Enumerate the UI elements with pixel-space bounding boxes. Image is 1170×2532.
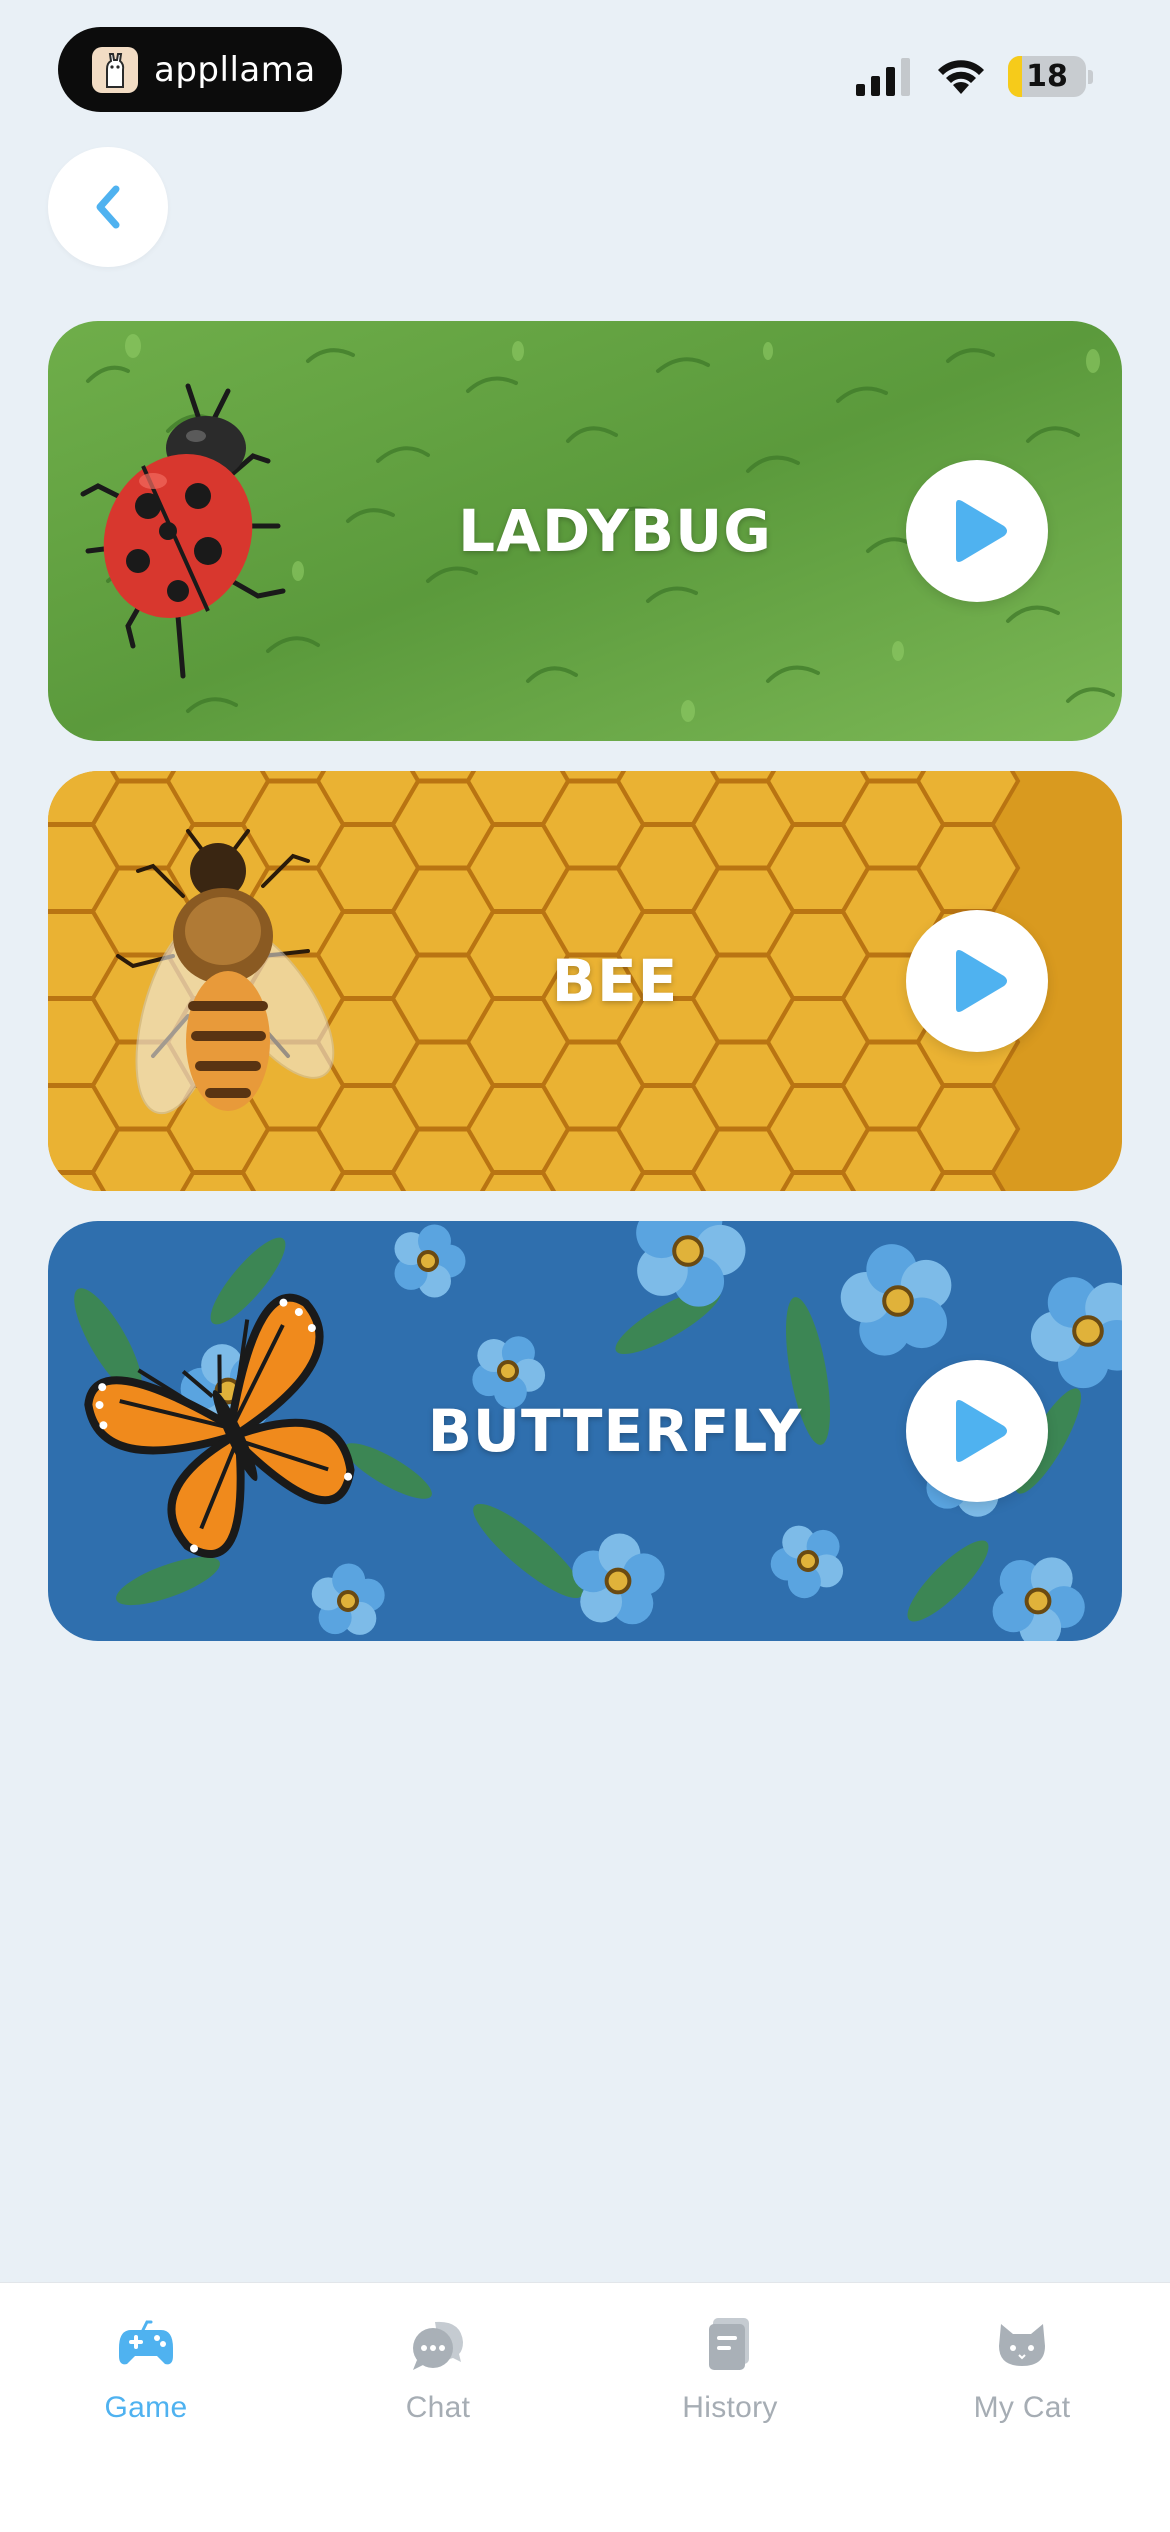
gamepad-icon [116,2315,176,2375]
cat-icon [992,2315,1052,2375]
tab-history[interactable]: History [584,2283,876,2453]
battery-level: 18 [1026,59,1068,94]
llama-logo-icon [92,46,138,93]
play-button[interactable] [906,1360,1048,1502]
cellular-signal-icon [856,58,910,96]
play-button[interactable] [906,460,1048,602]
status-bar: appllama 18 [0,0,1170,140]
battery-tip [1088,70,1093,84]
book-icon [700,2315,760,2375]
bee-card[interactable]: BEE [48,771,1122,1191]
play-icon [956,1400,1007,1462]
ladybug-card[interactable]: LADYBUG [48,321,1122,741]
chat-bubbles-icon [408,2315,468,2375]
tab-my-cat[interactable]: My Cat [876,2283,1168,2453]
battery-indicator: 18 [1008,56,1086,97]
brand-pill: appllama [58,27,342,112]
tab-label: My Cat [973,2391,1071,2424]
brand-name: appllama [154,49,316,90]
tab-game[interactable]: Game [0,2283,292,2453]
play-button[interactable] [906,910,1048,1052]
chevron-left-icon [96,185,120,229]
butterfly-card[interactable]: BUTTERFLY [48,1221,1122,1641]
tab-label: History [682,2391,778,2424]
tab-bar: Game Chat History My Cat [0,2282,1170,2532]
wifi-icon [938,60,984,94]
play-icon [956,950,1007,1012]
tab-label: Game [104,2391,188,2424]
tab-label: Chat [405,2391,471,2424]
back-button[interactable] [48,147,168,267]
tab-chat[interactable]: Chat [292,2283,584,2453]
play-icon [956,500,1007,562]
